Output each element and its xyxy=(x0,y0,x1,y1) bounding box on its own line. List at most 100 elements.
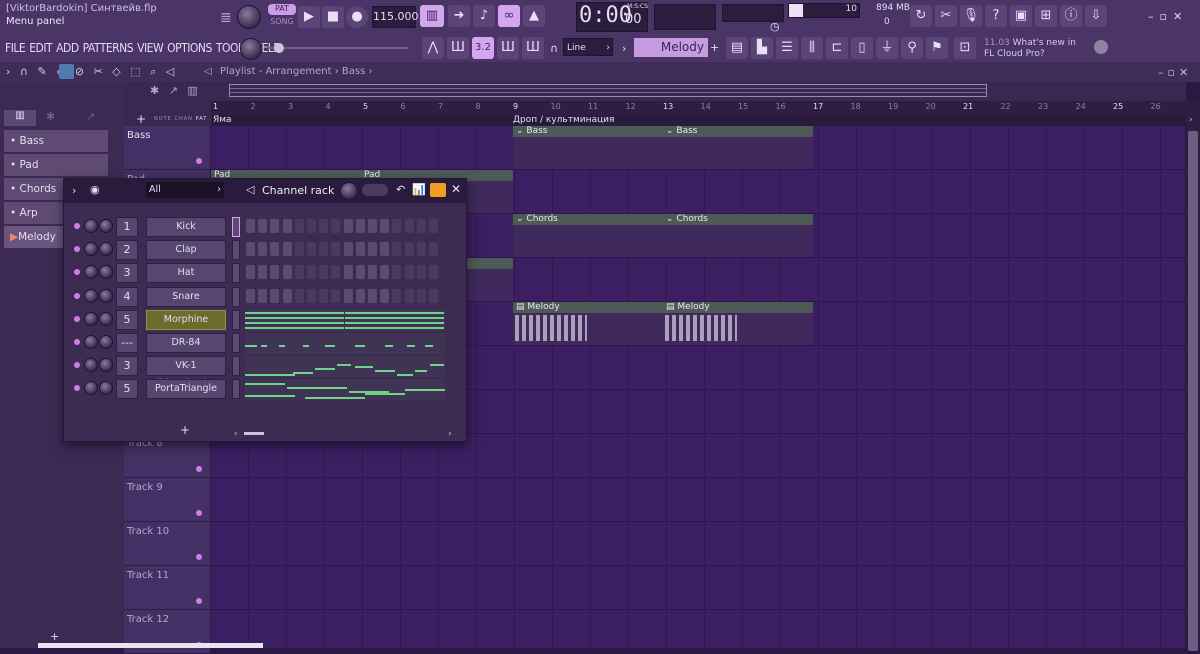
channel-volume-knob[interactable] xyxy=(84,288,98,303)
step-button[interactable] xyxy=(307,242,316,257)
step-button[interactable] xyxy=(355,242,365,257)
scroll-thumb[interactable] xyxy=(1188,131,1198,651)
step-button[interactable] xyxy=(343,242,353,257)
master-volume-knob[interactable] xyxy=(237,5,261,29)
marker-yama[interactable]: Яма xyxy=(213,115,232,125)
clip-chords[interactable]: ⌄ Chords xyxy=(513,214,663,257)
snap-select[interactable]: Line › xyxy=(563,38,613,56)
channel-led-icon[interactable] xyxy=(74,339,80,345)
piano-icon[interactable]: ▥ xyxy=(4,110,36,126)
channel-mixer-track[interactable]: --- xyxy=(116,333,138,353)
rack-scroll-thumb[interactable] xyxy=(244,432,264,435)
step-button[interactable] xyxy=(429,242,438,257)
audio-icon[interactable]: ✱ xyxy=(46,110,55,123)
step-button[interactable] xyxy=(307,219,316,233)
channel-select-box[interactable] xyxy=(232,286,240,307)
window-controls[interactable]: –▫✕ xyxy=(1148,10,1188,23)
step-button[interactable] xyxy=(319,265,329,280)
channel-mixer-track[interactable]: 3 xyxy=(116,356,138,377)
track-header[interactable]: Track 11 xyxy=(124,566,210,610)
stop-button[interactable]: ■ xyxy=(322,6,344,28)
track-mute-icon[interactable] xyxy=(196,554,202,560)
mixer-settings-icon[interactable]: ⊞ xyxy=(1035,5,1057,27)
step-button[interactable] xyxy=(331,288,341,303)
master-slider-handle[interactable] xyxy=(274,43,284,53)
channel-pan-knob[interactable] xyxy=(99,265,113,280)
close-icon[interactable]: ✕ xyxy=(451,182,461,196)
channel-volume-knob[interactable] xyxy=(84,242,98,257)
channel-led-icon[interactable] xyxy=(74,292,80,299)
mixer-icon[interactable]: ⫼ xyxy=(801,37,823,59)
record-button[interactable]: ● xyxy=(346,6,368,28)
channel-pan-knob[interactable] xyxy=(99,219,113,233)
pat-mode-button[interactable]: PAT xyxy=(268,4,296,15)
channel-button[interactable]: Hat xyxy=(146,263,226,284)
snap-magnet-icon[interactable]: ⋀ xyxy=(422,37,444,59)
step-button[interactable] xyxy=(331,219,341,233)
playlist-window-controls[interactable]: –▫✕ xyxy=(1158,66,1192,79)
channel-button[interactable]: DR-84 xyxy=(146,333,226,353)
channel-volume-knob[interactable] xyxy=(84,358,98,373)
metronome-icon[interactable]: ♪ xyxy=(473,5,495,27)
step-button[interactable] xyxy=(343,265,353,280)
step-button[interactable] xyxy=(258,219,268,233)
channel-volume-knob[interactable] xyxy=(84,311,98,326)
step-button[interactable] xyxy=(392,242,402,257)
timeline-ruler[interactable]: 1 2 3 4 5 6 7 8 9 10 11 12 13 14 15 16 17 18 19 20 21 22 23 24 2… xyxy=(211,101,1185,115)
menu-edit[interactable]: EDIT xyxy=(29,41,52,55)
channel-piano-roll-preview[interactable] xyxy=(245,309,445,331)
channel-filter-select[interactable]: All › xyxy=(146,182,224,198)
undo-icon[interactable]: ↶ xyxy=(396,183,405,196)
track-mute-icon[interactable] xyxy=(196,598,202,604)
step-button[interactable] xyxy=(368,288,377,303)
track-mute-icon[interactable] xyxy=(196,466,202,472)
rack-swing-knob[interactable] xyxy=(340,182,358,200)
channel-led-icon[interactable] xyxy=(74,223,80,229)
step-button[interactable] xyxy=(270,219,280,233)
step-button[interactable] xyxy=(282,265,292,280)
track-header[interactable]: Track 10 xyxy=(124,522,210,566)
menu-options[interactable]: OPTIONS xyxy=(167,41,212,55)
playlist-tools[interactable]: › ∩ ✎ ✐ ⊘ ✂ ◇ ⬚ ⌕ ◁ xyxy=(6,65,177,79)
pattern-item-bass[interactable]: • Bass xyxy=(4,130,108,152)
step-button[interactable] xyxy=(368,219,377,233)
channel-button[interactable]: Clap xyxy=(146,240,226,261)
channel-button[interactable]: Snare xyxy=(146,286,226,307)
time-display[interactable]: 0:00 00 M:S:CS xyxy=(576,2,648,32)
menu-add[interactable]: ADD xyxy=(56,41,79,55)
step-button[interactable] xyxy=(270,265,280,280)
scroll-right-icon[interactable]: › xyxy=(1189,115,1193,125)
tempo-display[interactable]: 115.000 xyxy=(372,6,419,28)
channel-volume-knob[interactable] xyxy=(84,335,98,349)
arrow-icon[interactable]: ➜ xyxy=(448,5,470,27)
step-button[interactable] xyxy=(392,288,402,303)
scroll-right-icon[interactable]: › xyxy=(448,429,452,439)
pattern-arrow-icon[interactable]: › xyxy=(622,42,626,55)
step-button[interactable] xyxy=(380,219,390,233)
channel-pan-knob[interactable] xyxy=(99,288,113,303)
step-button[interactable] xyxy=(404,242,414,257)
channel-button[interactable]: VK-1 Viki...nthesizer xyxy=(146,356,226,389)
graph-icon[interactable]: 📊 xyxy=(412,183,426,196)
rack-menu-arrow-icon[interactable]: › xyxy=(72,184,76,197)
plugin-picker-icon[interactable]: ⚲ xyxy=(901,37,923,59)
channel-select-box[interactable] xyxy=(232,263,240,284)
track-header[interactable]: Track 9 xyxy=(124,478,210,522)
step-button[interactable] xyxy=(380,242,390,257)
step-button[interactable] xyxy=(368,242,377,257)
hat-icon[interactable]: ▲ xyxy=(523,5,545,27)
step-button[interactable] xyxy=(246,219,255,233)
menu-view[interactable]: VIEW xyxy=(137,41,164,55)
step-button[interactable] xyxy=(355,219,365,233)
channel-led-icon[interactable] xyxy=(74,246,80,253)
pattern-loop-icon[interactable]: Ш xyxy=(447,37,469,59)
clip-melody[interactable]: ▤ Melody xyxy=(513,302,663,345)
track-mute-icon[interactable] xyxy=(196,510,202,516)
file-icon[interactable]: ▯ xyxy=(851,37,873,59)
step-button[interactable] xyxy=(246,288,255,303)
step-button[interactable] xyxy=(294,219,304,233)
shop-icon[interactable]: ⊡ xyxy=(954,37,976,59)
scroll-left-icon[interactable]: ‹ xyxy=(234,429,238,439)
step-button[interactable] xyxy=(355,288,365,303)
menu-patterns[interactable]: PATTERNS xyxy=(83,41,134,55)
